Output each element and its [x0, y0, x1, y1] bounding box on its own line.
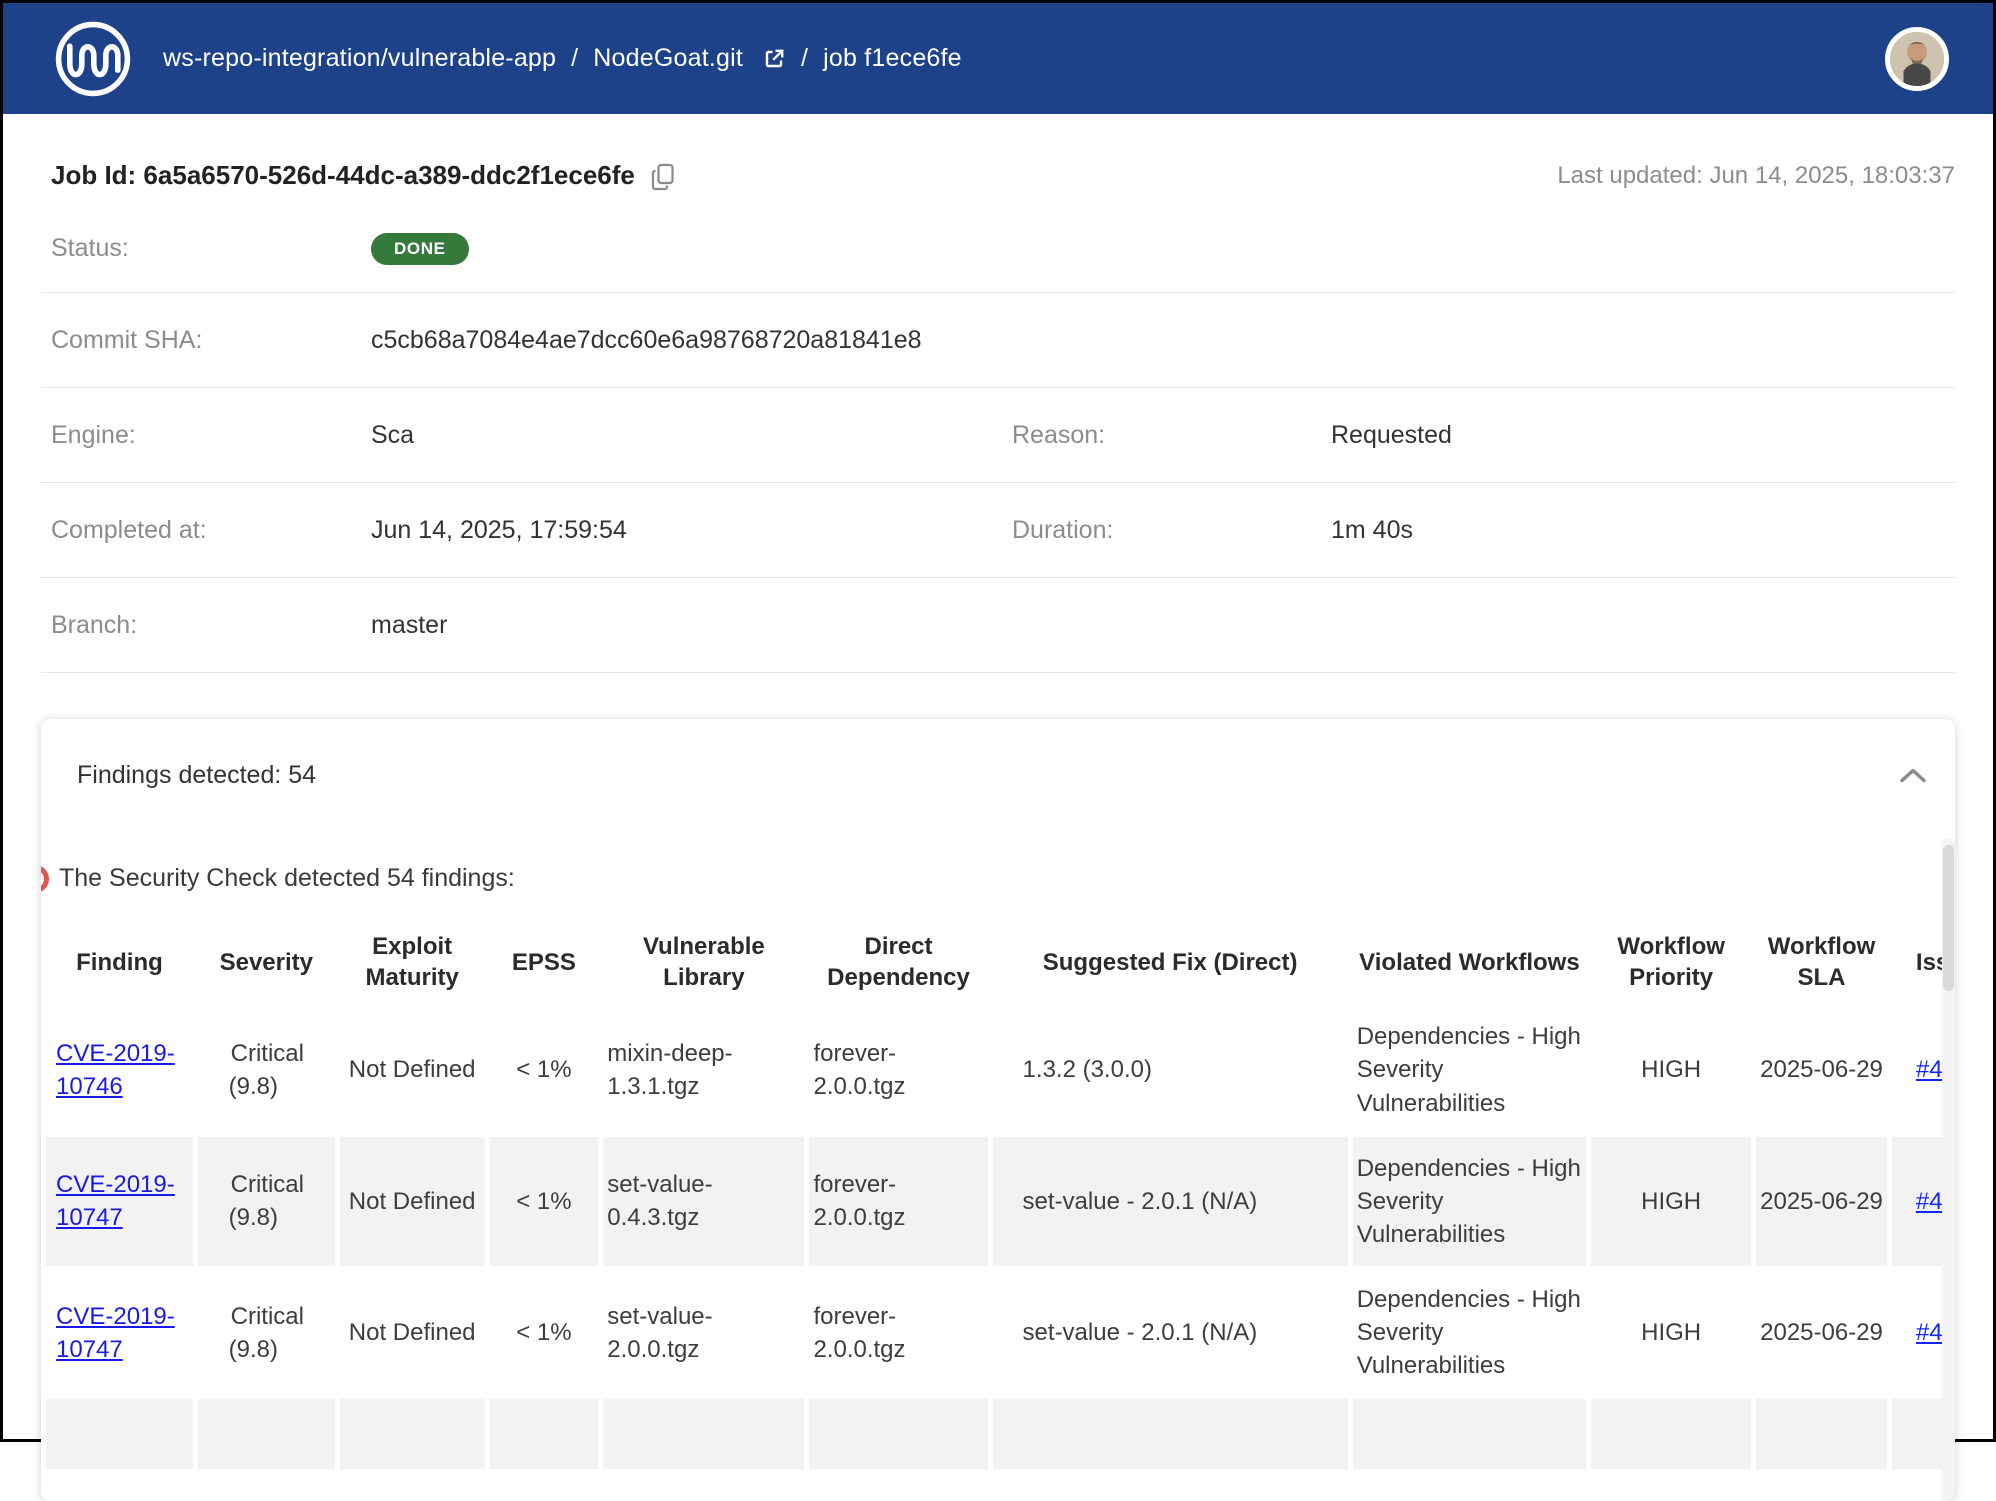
job-fields: Status: DONE Commit SHA: c5cb68a7084e4ae… — [41, 205, 1955, 673]
col-header-exploit-maturity: Exploit Maturity — [340, 921, 485, 1003]
suggested-fix-cell: set-value - 2.0.1 (N/A) — [1023, 1188, 1258, 1215]
breadcrumb-job: job f1ece6fe — [823, 44, 962, 73]
external-link-icon[interactable] — [762, 47, 786, 71]
cve-link[interactable]: CVE-2019-10747 — [56, 1303, 175, 1363]
violated-workflows-cell: Dependencies - High Severity Vulnerabili… — [1357, 1020, 1582, 1119]
findings-message: The Security Check detected 54 findings: — [59, 864, 515, 893]
cve-link[interactable]: CVE-2019-10746 — [56, 1040, 175, 1100]
severity-text: Critical — [231, 1040, 304, 1067]
severity-cell: Critical (9.8) — [229, 1037, 304, 1103]
status-badge: DONE — [371, 233, 469, 265]
direct-dependency-cell: forever-2.0.0.tgz — [813, 1168, 983, 1234]
error-circle-icon — [41, 865, 49, 893]
findings-panel-title: Findings detected: 54 — [77, 761, 316, 790]
suggested-fix-cell: 1.3.2 (3.0.0) — [1023, 1056, 1152, 1083]
chevron-up-icon[interactable] — [1895, 763, 1931, 788]
findings-table: Finding Severity Exploit Maturity EPSS V… — [41, 919, 1955, 1471]
breadcrumb: ws-repo-integration/vulnerable-app / Nod… — [163, 44, 962, 73]
violated-workflows-cell: Dependencies - High Severity Vulnerabili… — [1357, 1152, 1582, 1251]
col-header-workflow-priority: Workflow Priority — [1591, 921, 1751, 1003]
vertical-scrollbar[interactable] — [1942, 839, 1955, 1501]
completed-at-label: Completed at: — [51, 516, 371, 545]
mend-logo-icon[interactable] — [53, 19, 133, 99]
col-header-epss: EPSS — [490, 921, 599, 1003]
vulnerable-library-cell: set-value-2.0.0.tgz — [607, 1300, 800, 1366]
severity-score: (9.8) — [229, 1204, 278, 1231]
severity-cell: Critical (9.8) — [229, 1300, 304, 1366]
page-content: Job Id: 6a5a6570-526d-44dc-a389-ddc2f1ec… — [3, 160, 1993, 1501]
direct-dependency-cell: forever-2.0.0.tgz — [813, 1037, 983, 1103]
epss-cell: < 1% — [516, 1188, 571, 1215]
status-label: Status: — [51, 234, 371, 263]
cve-link[interactable]: CVE-2019-10747 — [56, 1171, 175, 1231]
last-updated: Last updated: Jun 14, 2025, 18:03:37 — [1557, 162, 1955, 190]
severity-text: Critical — [231, 1171, 304, 1198]
findings-table-wrap: Finding Severity Exploit Maturity EPSS V… — [41, 919, 1955, 1471]
workflow-sla-cell: 2025-06-29 — [1760, 1185, 1883, 1218]
suggested-fix-cell: set-value - 2.0.1 (N/A) — [1023, 1319, 1258, 1346]
scrollbar-thumb[interactable] — [1943, 845, 1954, 991]
finding-row: CVE-2019-10747 Critical (9.8) Not Define… — [46, 1268, 1955, 1397]
field-row-engine-reason: Engine: Sca Reason: Requested — [41, 388, 1955, 483]
exploit-maturity-cell: Not Defined — [349, 1053, 476, 1086]
findings-message-row: The Security Check detected 54 findings: — [41, 864, 1955, 893]
breadcrumb-project[interactable]: NodeGoat.git — [593, 44, 743, 73]
field-row-completed-duration: Completed at: Jun 14, 2025, 17:59:54 Dur… — [41, 483, 1955, 578]
breadcrumb-separator: / — [801, 44, 808, 73]
col-header-severity: Severity — [198, 921, 335, 1003]
workflow-priority-cell: HIGH — [1641, 1319, 1701, 1346]
duration-value: 1m 40s — [1331, 516, 1955, 545]
table-header-row: Finding Severity Exploit Maturity EPSS V… — [46, 921, 1955, 1003]
finding-row-partial — [46, 1399, 1955, 1469]
commit-sha-value: c5cb68a7084e4ae7dcc60e6a98768720a81841e8 — [371, 326, 1012, 355]
field-row-branch: Branch: master — [41, 578, 1955, 673]
top-navigation-bar: ws-repo-integration/vulnerable-app / Nod… — [3, 3, 1993, 114]
direct-dependency-cell: forever-2.0.0.tgz — [813, 1300, 983, 1366]
epss-cell: < 1% — [516, 1319, 571, 1346]
severity-score: (9.8) — [229, 1073, 278, 1100]
col-header-workflow-sla: Workflow SLA — [1756, 921, 1887, 1003]
epss-cell: < 1% — [516, 1056, 571, 1083]
field-row-commit: Commit SHA: c5cb68a7084e4ae7dcc60e6a9876… — [41, 293, 1955, 388]
breadcrumb-repo[interactable]: ws-repo-integration/vulnerable-app — [163, 44, 556, 73]
exploit-maturity-cell: Not Defined — [349, 1316, 476, 1349]
findings-panel-header: Findings detected: 54 — [41, 719, 1955, 790]
finding-row: CVE-2019-10747 Critical (9.8) Not Define… — [46, 1137, 1955, 1266]
col-header-direct-dependency: Direct Dependency — [809, 921, 987, 1003]
col-header-violated-workflows: Violated Workflows — [1353, 921, 1586, 1003]
violated-workflows-cell: Dependencies - High Severity Vulnerabili… — [1357, 1283, 1582, 1382]
findings-panel: Findings detected: 54 The Security Check… — [41, 719, 1955, 1501]
severity-cell: Critical (9.8) — [229, 1168, 304, 1234]
reason-value: Requested — [1331, 421, 1955, 450]
field-row-status: Status: DONE — [41, 205, 1955, 293]
status-value: DONE — [371, 232, 1012, 265]
workflow-sla-cell: 2025-06-29 — [1760, 1316, 1883, 1349]
duration-label: Duration: — [1012, 516, 1331, 545]
branch-label: Branch: — [51, 611, 371, 640]
workflow-priority-cell: HIGH — [1641, 1188, 1701, 1215]
branch-value: master — [371, 611, 1012, 640]
commit-sha-label: Commit SHA: — [51, 326, 371, 355]
job-id: Job Id: 6a5a6570-526d-44dc-a389-ddc2f1ec… — [51, 160, 675, 191]
severity-text: Critical — [231, 1303, 304, 1330]
breadcrumb-separator: / — [571, 44, 578, 73]
completed-at-value: Jun 14, 2025, 17:59:54 — [371, 516, 1012, 545]
vulnerable-library-cell: mixin-deep-1.3.1.tgz — [607, 1037, 800, 1103]
reason-label: Reason: — [1012, 421, 1331, 450]
copy-icon[interactable] — [651, 163, 675, 191]
vulnerable-library-cell: set-value-0.4.3.tgz — [607, 1168, 800, 1234]
workflow-priority-cell: HIGH — [1641, 1056, 1701, 1083]
engine-label: Engine: — [51, 421, 371, 450]
severity-score: (9.8) — [229, 1336, 278, 1363]
workflow-sla-cell: 2025-06-29 — [1760, 1053, 1883, 1086]
finding-row: CVE-2019-10746 Critical (9.8) Not Define… — [46, 1005, 1955, 1134]
col-header-finding: Finding — [46, 921, 193, 1003]
engine-value: Sca — [371, 421, 1012, 450]
col-header-vulnerable-library: Vulnerable Library — [603, 921, 804, 1003]
job-id-text: Job Id: 6a5a6570-526d-44dc-a389-ddc2f1ec… — [51, 160, 635, 191]
job-id-row: Job Id: 6a5a6570-526d-44dc-a389-ddc2f1ec… — [41, 160, 1955, 191]
col-header-suggested-fix: Suggested Fix (Direct) — [993, 921, 1348, 1003]
user-avatar[interactable] — [1885, 27, 1949, 91]
exploit-maturity-cell: Not Defined — [349, 1185, 476, 1218]
